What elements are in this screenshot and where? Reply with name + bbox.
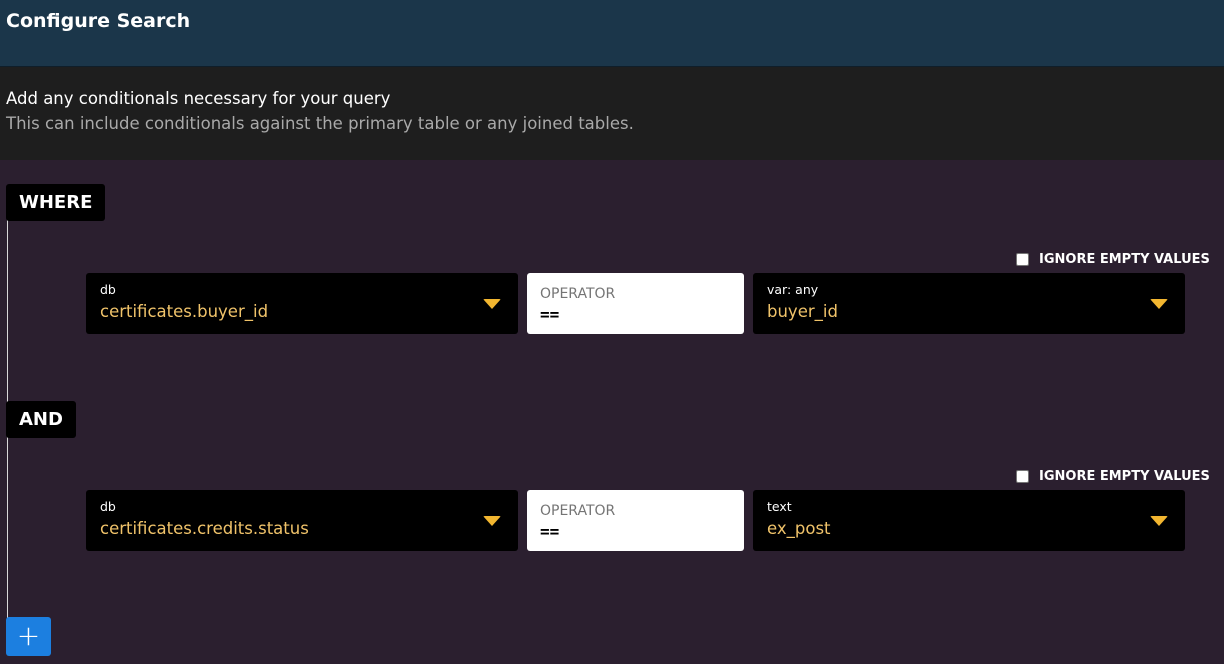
conditions-area — [0, 160, 1224, 664]
operator-label: OPERATOR — [540, 286, 616, 302]
ignore-empty-values-toggle[interactable]: IGNORE EMPTY VALUES — [1016, 252, 1210, 267]
operator-select[interactable]: OPERATOR == — [527, 273, 744, 334]
operator-value: == — [540, 305, 560, 324]
ignore-empty-label: IGNORE EMPTY VALUES — [1039, 252, 1210, 267]
left-field-value: certificates.buyer_id — [100, 302, 269, 321]
info-title: Add any conditionals necessary for your … — [6, 89, 391, 108]
caret-down-icon[interactable] — [483, 299, 501, 309]
right-field-type: text — [767, 499, 792, 514]
caret-down-icon[interactable] — [1150, 516, 1168, 526]
ignore-empty-values-toggle[interactable]: IGNORE EMPTY VALUES — [1016, 469, 1210, 484]
operator-label: OPERATOR — [540, 503, 616, 519]
page-header: Configure Search — [0, 0, 1224, 67]
page-title: Configure Search — [6, 10, 191, 32]
ignore-empty-checkbox[interactable] — [1016, 470, 1029, 483]
operator-value: == — [540, 522, 560, 541]
plus-icon: + — [16, 619, 41, 652]
right-field-value: buyer_id — [767, 302, 838, 321]
right-field-select[interactable]: text ex_post — [753, 490, 1185, 551]
and-label: AND — [6, 401, 76, 438]
left-field-value: certificates.credits.status — [100, 519, 309, 538]
left-field-select[interactable]: db certificates.credits.status — [86, 490, 518, 551]
caret-down-icon[interactable] — [1150, 299, 1168, 309]
operator-select[interactable]: OPERATOR == — [527, 490, 744, 551]
add-condition-button[interactable]: + — [6, 617, 51, 656]
info-subtitle: This can include conditionals against th… — [6, 114, 634, 133]
info-panel: Add any conditionals necessary for your … — [0, 67, 1224, 160]
right-field-type: var: any — [767, 282, 819, 297]
ignore-empty-checkbox[interactable] — [1016, 253, 1029, 266]
ignore-empty-label: IGNORE EMPTY VALUES — [1039, 469, 1210, 484]
caret-down-icon[interactable] — [483, 516, 501, 526]
right-field-select[interactable]: var: any buyer_id — [753, 273, 1185, 334]
right-field-value: ex_post — [767, 519, 831, 538]
left-field-type: db — [100, 282, 116, 297]
left-field-select[interactable]: db certificates.buyer_id — [86, 273, 518, 334]
where-label: WHERE — [6, 184, 106, 221]
left-field-type: db — [100, 499, 116, 514]
